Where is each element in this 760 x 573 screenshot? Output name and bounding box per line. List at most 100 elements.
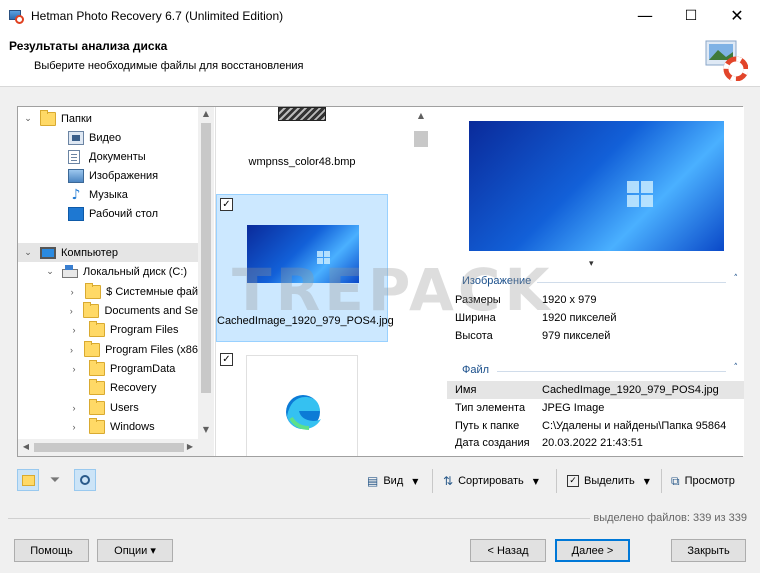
scroll-down-icon[interactable]: ▼ <box>198 425 214 434</box>
close-button[interactable]: ✕ <box>714 0 760 31</box>
folder-icon <box>85 282 102 299</box>
title-bar: Hetman Photo Recovery 6.7 (Unlimited Edi… <box>0 0 760 31</box>
tree-item-documents-and-settings[interactable]: › Documents and Se <box>18 301 198 320</box>
tree-item-label: $ Системные фай <box>106 285 198 298</box>
preview-button[interactable]: ⧉ Просмотр <box>671 470 735 492</box>
chevron-down-icon[interactable]: ▼ <box>533 477 539 486</box>
expand-arrow-icon[interactable]: ⌄ <box>22 113 34 124</box>
chevron-down-icon[interactable]: ▼ <box>412 477 418 486</box>
tree-item-program-files[interactable]: › Program Files <box>18 320 198 339</box>
tree-vertical-scrollbar[interactable]: ▲ ▼ <box>198 107 214 439</box>
collapse-chevron-icon[interactable]: ˄ <box>734 363 739 373</box>
scroll-thumb[interactable] <box>414 131 428 147</box>
expand-arrow-icon[interactable]: › <box>68 287 76 297</box>
tree-item-programdata[interactable]: › ProgramData <box>18 359 198 378</box>
thumbnail-checkbox[interactable]: ✓ <box>220 198 233 211</box>
tree-item-label: Документы <box>89 150 146 163</box>
section-file-header[interactable]: Файл ˄ <box>447 362 744 380</box>
app-icon <box>8 8 24 24</box>
property-key: Высота <box>455 330 493 342</box>
scroll-right-icon[interactable]: ▶ <box>182 442 198 451</box>
maximize-button[interactable]: ☐ <box>668 0 714 31</box>
scroll-thumb[interactable] <box>201 123 211 393</box>
tree-item-label: ProgramData <box>110 362 176 375</box>
sort-button[interactable]: ⇅ Сортировать ▼ <box>443 470 539 492</box>
expand-arrow-icon[interactable]: › <box>68 345 75 355</box>
tree-item-program-files-x86[interactable]: › Program Files (x86 <box>18 340 198 359</box>
thumbnail-item-selected[interactable]: ✓ CachedImage_1920_979_POS4.jpg <box>216 194 394 342</box>
tree-item-users[interactable]: › Users <box>18 398 198 417</box>
expand-arrow-icon[interactable]: ⌄ <box>44 266 56 277</box>
expand-arrow-icon[interactable]: › <box>68 422 80 432</box>
thumbnail-item[interactable]: ✓ <box>216 349 388 456</box>
tree-item-folders[interactable]: ⌄ Папки <box>18 109 198 128</box>
section-image-header[interactable]: Изображение ˄ <box>447 273 744 291</box>
expand-preview-icon[interactable]: ▾ <box>589 259 594 269</box>
expand-arrow-icon[interactable]: › <box>68 364 80 374</box>
tree-item-recovery[interactable]: Recovery <box>18 378 198 397</box>
tree-item-desktop[interactable]: Рабочий стол <box>18 204 198 223</box>
scroll-left-icon[interactable]: ◀ <box>18 442 34 451</box>
tree-item-computer[interactable]: ⌄ Компьютер <box>18 243 198 262</box>
preview-icon: ⧉ <box>671 473 680 488</box>
select-label: Выделить <box>584 475 635 487</box>
tree-item-label: Видео <box>89 131 122 144</box>
status-separator <box>8 518 590 519</box>
thumbnail-item[interactable]: wmpnss_color48.bmp <box>216 107 388 177</box>
tree-item-windows[interactable]: › Windows <box>18 417 198 436</box>
preview-pane: ▾ Изображение ˄ Размеры 1920 x 979 Ширин… <box>447 107 744 456</box>
tree-item-label: Documents and Se <box>104 304 198 317</box>
section-title: Изображение <box>462 275 532 287</box>
select-button[interactable]: ✓ Выделить ▼ <box>567 470 650 492</box>
music-note-icon: ♪ <box>71 186 81 203</box>
bmp-thumbnail-image <box>278 107 326 121</box>
scroll-up-icon[interactable]: ▲ <box>198 109 214 118</box>
folder-icon <box>89 398 105 415</box>
toolbar-separator <box>432 469 433 493</box>
thumbnail-checkbox[interactable]: ✓ <box>220 353 233 366</box>
expand-arrow-icon[interactable]: › <box>68 403 80 413</box>
collapse-chevron-icon[interactable]: ˄ <box>734 274 739 284</box>
close-wizard-button[interactable]: Закрыть <box>671 539 746 562</box>
video-icon <box>68 130 84 145</box>
property-row: Размеры 1920 x 979 <box>447 291 744 309</box>
filter-icon[interactable]: ⏷ <box>44 469 66 491</box>
tree-item-video[interactable]: Видео <box>18 128 198 147</box>
view-icon: ▤ <box>367 474 379 488</box>
property-value: 20.03.2022 21:43:51 <box>542 437 643 449</box>
tree-item-label: Windows <box>110 420 155 433</box>
expand-arrow-icon[interactable]: ⌄ <box>22 247 34 258</box>
property-key: Дата создания <box>455 437 530 449</box>
options-button[interactable]: Опции ▾ <box>97 539 173 562</box>
tree-horizontal-scrollbar[interactable]: ◀ ▶ <box>18 439 198 456</box>
tree-item-documents[interactable]: Документы <box>18 147 198 166</box>
tree-item-local-disk[interactable]: ⌄ Локальный диск (C:) <box>18 262 198 281</box>
view-label: Вид <box>383 475 404 487</box>
property-key: Путь к папке <box>455 420 520 432</box>
edge-browser-icon <box>286 395 321 430</box>
scroll-thumb[interactable] <box>34 443 184 452</box>
search-icon[interactable] <box>74 469 96 491</box>
property-key: Имя <box>455 384 477 396</box>
back-button[interactable]: < Назад <box>470 539 546 562</box>
next-button[interactable]: Далее > <box>555 539 630 562</box>
folders-view-toggle-icon[interactable] <box>17 469 39 491</box>
tree-item-label: Program Files (x86 <box>105 343 198 356</box>
help-button[interactable]: Помощь <box>14 539 89 562</box>
scroll-up-icon[interactable]: ▲ <box>413 111 429 120</box>
expand-arrow-icon[interactable]: › <box>68 325 80 335</box>
thumbnail-vertical-scrollbar[interactable]: ▲ <box>411 107 430 456</box>
tree-item-images[interactable]: Изображения <box>18 166 198 185</box>
computer-icon <box>40 246 56 259</box>
tree-item-music[interactable]: ♪ Музыка <box>18 185 198 204</box>
view-button[interactable]: ▤ Вид ▼ <box>367 470 418 492</box>
chevron-down-icon[interactable]: ▼ <box>644 477 650 486</box>
tree-item-system-files[interactable]: › $ Системные фай <box>18 282 198 301</box>
expand-arrow-icon[interactable]: › <box>68 306 74 316</box>
minimize-button[interactable]: — <box>622 0 668 31</box>
sort-icon: ⇅ <box>443 474 454 488</box>
property-key: Размеры <box>455 294 501 306</box>
property-key: Ширина <box>455 312 496 324</box>
documents-icon <box>68 149 80 164</box>
tree-item-label: Музыка <box>89 188 128 201</box>
